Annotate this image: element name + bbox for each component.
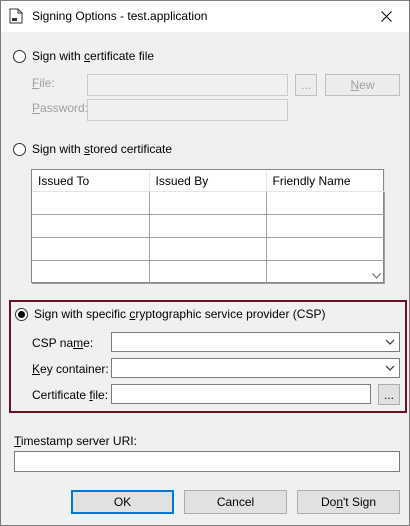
password-label: Password: (32, 101, 89, 115)
certificate-file-label: Certificate file: (32, 388, 109, 402)
column-header-issued-to[interactable]: Issued To (32, 170, 150, 192)
csp-name-label: CSP name: (32, 336, 94, 350)
table-row[interactable] (32, 191, 385, 215)
application-icon (9, 8, 23, 24)
timestamp-label: Timestamp server URI: (14, 434, 137, 448)
key-container-label: Key container: (32, 362, 109, 376)
csp-certificate-file-input[interactable] (111, 384, 371, 404)
close-button[interactable] (363, 1, 409, 32)
file-label: File: (32, 76, 55, 90)
ok-button[interactable]: OK (71, 490, 174, 514)
certificate-list-header: Issued To Issued By Friendly Name (32, 170, 385, 192)
certificate-list[interactable]: Issued To Issued By Friendly Name (31, 169, 385, 284)
stored-certificate-option-label: Sign with stored certificate (32, 142, 173, 156)
title-bar: Signing Options - test.application (1, 1, 409, 32)
radio-certificate-file[interactable] (13, 50, 26, 63)
certificate-file-option-label: Sign with certificate file (32, 49, 155, 63)
key-container-dropdown[interactable] (111, 358, 400, 378)
window-title: Signing Options - test.application (32, 9, 208, 23)
csp-name-dropdown[interactable] (111, 332, 400, 352)
signing-options-dialog: Signing Options - test.application Sign … (0, 0, 410, 526)
cancel-button[interactable]: Cancel (184, 490, 287, 514)
new-certificate-button[interactable]: New (325, 74, 400, 96)
close-icon (380, 11, 392, 22)
csp-option-label: Sign with specific cryptographic service… (34, 307, 326, 321)
chevron-down-icon (385, 365, 395, 371)
column-header-friendly-name[interactable]: Friendly Name (266, 170, 385, 192)
radio-csp[interactable] (15, 308, 28, 321)
browse-certificate-button[interactable]: ... (295, 74, 317, 96)
table-row[interactable] (32, 260, 385, 284)
dont-sign-button[interactable]: Do n't Sign (297, 490, 400, 514)
table-row[interactable] (32, 237, 385, 261)
password-input[interactable] (87, 99, 288, 121)
scroll-down-icon[interactable] (372, 273, 381, 279)
radio-stored-certificate[interactable] (13, 143, 26, 156)
column-header-issued-by[interactable]: Issued By (149, 170, 267, 192)
timestamp-server-input[interactable] (14, 451, 400, 472)
table-row[interactable] (32, 214, 385, 238)
chevron-down-icon (385, 339, 395, 345)
certificate-file-input[interactable] (87, 74, 288, 96)
browse-csp-certificate-button[interactable]: ... (378, 384, 400, 405)
